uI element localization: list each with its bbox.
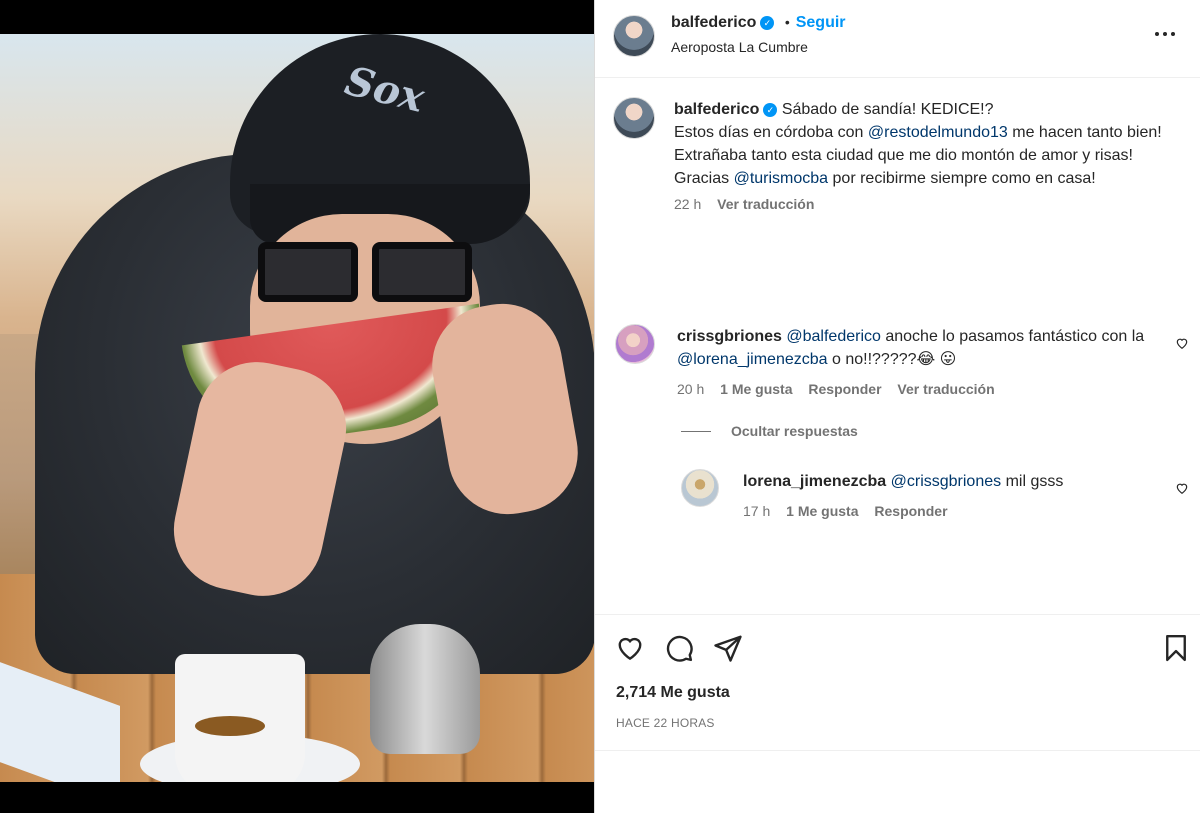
- actions-divider: [595, 614, 1200, 615]
- post-caption: balfederico ✓ Sábado de sandía! KEDICE!? …: [674, 98, 1174, 190]
- caption-translate-link[interactable]: Ver traducción: [717, 196, 814, 212]
- follow-button[interactable]: Seguir: [796, 14, 846, 31]
- comment-lorena: lorena_jimenezcba @crissgbriones mil gss…: [743, 470, 1163, 493]
- author-line: balfederico ✓ • Seguir: [671, 14, 846, 32]
- more-icon[interactable]: [1153, 24, 1183, 44]
- comment-mention[interactable]: @balfederico: [786, 328, 881, 345]
- comment-translate-link[interactable]: Ver traducción: [897, 381, 994, 397]
- save-icon[interactable]: [1161, 633, 1191, 663]
- post-header: balfederico ✓ • Seguir Aeroposta La Cumbre: [595, 0, 1200, 78]
- photo-metal-cup: [370, 624, 480, 754]
- comment-likes[interactable]: 1 Me gusta: [720, 381, 792, 397]
- replies-line: [681, 431, 711, 432]
- comment-icon[interactable]: [664, 633, 694, 663]
- heart-small-icon[interactable]: [1175, 481, 1189, 495]
- caption-text-1: Estos días en córdoba con: [674, 124, 868, 141]
- comment-reply-button[interactable]: Responder: [874, 503, 947, 519]
- caption-text-3: por recibirme siempre como en casa!: [828, 170, 1096, 187]
- comment-meta: 20 h 1 Me gusta Responder Ver traducción: [677, 381, 995, 397]
- verified-icon: ✓: [763, 102, 778, 117]
- verified-icon: ✓: [760, 15, 775, 30]
- heart-small-icon[interactable]: [1175, 336, 1189, 350]
- caption-mention-turismocba[interactable]: @turismocba: [734, 170, 829, 187]
- like-count[interactable]: 2,714 Me gusta: [616, 684, 730, 702]
- photo-coffee: [195, 716, 265, 736]
- share-icon[interactable]: [713, 633, 743, 663]
- comment-time[interactable]: 20 h: [677, 381, 704, 397]
- caption-author-username[interactable]: balfederico: [674, 101, 759, 118]
- author-avatar[interactable]: [613, 15, 655, 57]
- post-side-panel: balfederico ✓ • Seguir Aeroposta La Cumbre…: [594, 0, 1200, 813]
- comment-username[interactable]: lorena_jimenezcba: [743, 473, 886, 490]
- post-date[interactable]: HACE 22 HORAS: [616, 716, 715, 730]
- post-photo: Sox: [0, 34, 594, 782]
- comment-reply-button[interactable]: Responder: [808, 381, 881, 397]
- comment-time[interactable]: 17 h: [743, 503, 770, 519]
- caption-first-line: Sábado de sandía! KEDICE!?: [781, 101, 994, 118]
- comment-mention[interactable]: @lorena_jimenezcba: [677, 351, 828, 368]
- comment-avatar-crissgbriones[interactable]: [615, 324, 655, 364]
- comment-username[interactable]: crissgbriones: [677, 328, 782, 345]
- post-media[interactable]: Sox: [0, 0, 594, 813]
- comment-mention[interactable]: @crissgbriones: [891, 473, 1002, 490]
- comment-text: anoche lo pasamos fantástico con la: [880, 328, 1145, 345]
- photo-glasses-lens-left: [258, 242, 358, 302]
- like-icon[interactable]: [615, 633, 645, 663]
- comment-text: o no!!?????😂 😛: [827, 351, 957, 368]
- caption-author-avatar[interactable]: [613, 97, 655, 139]
- comment-meta: 17 h 1 Me gusta Responder: [743, 503, 948, 519]
- comment-crissgbriones: crissgbriones @balfederico anoche lo pas…: [677, 325, 1157, 371]
- caption-mention-restodelmundo[interactable]: @restodelmundo13: [868, 124, 1008, 141]
- hide-replies-button[interactable]: Ocultar respuestas: [731, 423, 858, 439]
- footer-divider: [595, 750, 1200, 751]
- author-username[interactable]: balfederico: [671, 14, 756, 31]
- caption-time[interactable]: 22 h: [674, 196, 701, 212]
- instagram-post-view: Sox balfederico ✓ • Seguir Aeroposta La …: [0, 0, 1200, 813]
- comment-text: mil gsss: [1001, 473, 1064, 490]
- comment-likes[interactable]: 1 Me gusta: [786, 503, 858, 519]
- photo-glasses: [250, 242, 480, 304]
- caption-meta: 22 h Ver traducción: [674, 196, 814, 212]
- post-location[interactable]: Aeroposta La Cumbre: [671, 39, 808, 55]
- dot-separator: •: [784, 14, 790, 30]
- photo-glasses-lens-right: [372, 242, 472, 302]
- comment-avatar-lorena[interactable]: [681, 469, 719, 507]
